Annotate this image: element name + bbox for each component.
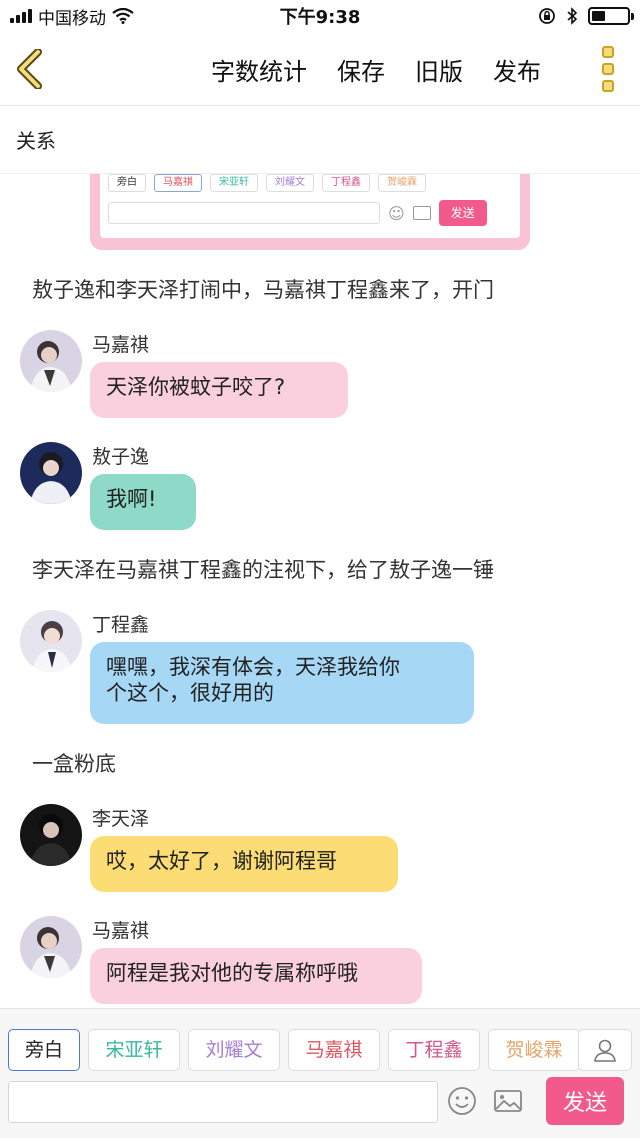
battery-icon (588, 7, 634, 25)
avatar[interactable] (20, 916, 82, 978)
rotation-lock-icon (539, 8, 555, 24)
chat-message: 马嘉祺 天泽你被蚊子咬了? (20, 330, 620, 420)
bottom-toolbar: 旁白 宋亚轩 刘耀文 马嘉祺 丁程鑫 贺峻霖 发送 (0, 1008, 640, 1138)
character-chip-ma-jiaqi[interactable]: 马嘉祺 (288, 1029, 380, 1071)
person-icon (594, 1039, 616, 1062)
status-bar: 中国移动 下午9:38 (0, 0, 640, 32)
message-bubble: 哎，太好了，谢谢阿程哥 (90, 836, 398, 892)
more-menu-button[interactable] (596, 46, 620, 92)
status-right (538, 7, 634, 25)
speaker-name: 马嘉祺 (92, 920, 150, 942)
wifi-icon (112, 8, 134, 24)
message-bubble: 天泽你被蚊子咬了? (90, 362, 348, 418)
emoji-icon (448, 1087, 476, 1115)
top-nav: 字数统计 保存 旧版 发布 (0, 32, 640, 106)
embed-input (108, 202, 380, 224)
message-input[interactable] (8, 1081, 438, 1123)
narration-text: 一盒粉底 (32, 752, 116, 776)
embed-send: 发送 (438, 200, 487, 226)
image-button[interactable] (492, 1085, 524, 1117)
chevron-left-icon (17, 49, 42, 89)
nav-actions: 字数统计 保存 旧版 发布 (196, 32, 556, 106)
speaker-name: 马嘉祺 (92, 334, 150, 356)
speaker-name: 丁程鑫 (92, 614, 150, 636)
chat-message: 马嘉祺 阿程是我对他的专属称呼哦 (20, 916, 620, 1006)
save-button[interactable]: 保存 (337, 52, 385, 87)
signal-icon (10, 9, 32, 23)
old-version-button[interactable]: 旧版 (415, 52, 463, 87)
character-chip-he-junlin[interactable]: 贺峻霖 (488, 1029, 580, 1071)
character-chip-narrator[interactable]: 旁白 (8, 1029, 80, 1071)
category-row[interactable]: 关系 (0, 106, 640, 174)
embed-chip: 旁白 (108, 174, 146, 192)
chat-message: 敖子逸 我啊! (20, 442, 620, 532)
character-chip-song-yaxuan[interactable]: 宋亚轩 (88, 1029, 180, 1071)
emoji-icon: ☺ (388, 203, 405, 223)
embed-chip: 贺峻霖 (378, 174, 426, 192)
story-content: 旁白 马嘉祺 宋亚轩 刘耀文 丁程鑫 贺峻霖 ☺ 发送 敖子逸和李天泽打闹中，马… (0, 174, 640, 1008)
carrier-label: 中国移动 (38, 8, 106, 29)
embedded-screenshot: 旁白 马嘉祺 宋亚轩 刘耀文 丁程鑫 贺峻霖 ☺ 发送 (90, 174, 530, 250)
narration-text: 李天泽在马嘉祺丁程鑫的注视下，给了敖子逸一锤 (32, 558, 494, 582)
chat-message: 李天泽 哎，太好了，谢谢阿程哥 (20, 804, 620, 894)
image-icon (494, 1090, 522, 1112)
bluetooth-icon (567, 7, 578, 25)
message-bubble: 阿程是我对他的专属称呼哦 (90, 948, 422, 1004)
emoji-button[interactable] (446, 1085, 478, 1117)
avatar[interactable] (20, 610, 82, 672)
character-chip-liu-yaowen[interactable]: 刘耀文 (188, 1029, 280, 1071)
category-label: 关系 (16, 129, 56, 153)
avatar[interactable] (20, 330, 82, 392)
image-icon (412, 206, 431, 220)
avatar[interactable] (20, 804, 82, 866)
narration-text: 敖子逸和李天泽打闹中，马嘉祺丁程鑫来了，开门 (32, 278, 494, 302)
speaker-name: 李天泽 (92, 808, 150, 830)
publish-button[interactable]: 发布 (493, 52, 541, 87)
send-button[interactable]: 发送 (546, 1077, 624, 1125)
embed-chip: 刘耀文 (266, 174, 314, 192)
message-line: 嘿嘿，我深有体会，天泽我给你 (106, 655, 400, 679)
word-count-button[interactable]: 字数统计 (211, 52, 307, 87)
status-left: 中国移动 (10, 4, 134, 29)
embed-chip: 丁程鑫 (322, 174, 370, 192)
add-character-button[interactable] (578, 1029, 632, 1071)
message-line: 个这个，很好用的 (106, 681, 274, 705)
avatar[interactable] (20, 442, 82, 504)
character-chip-ding-chengxin[interactable]: 丁程鑫 (388, 1029, 480, 1071)
speaker-name: 敖子逸 (92, 446, 150, 468)
chat-message: 丁程鑫 嘿嘿，我深有体会，天泽我给你 个这个，很好用的 (20, 610, 620, 726)
message-bubble: 嘿嘿，我深有体会，天泽我给你 个这个，很好用的 (90, 642, 474, 724)
embed-chip: 宋亚轩 (210, 174, 258, 192)
message-bubble: 我啊! (90, 474, 196, 530)
embed-chip: 马嘉祺 (154, 174, 202, 192)
character-selector: 旁白 宋亚轩 刘耀文 马嘉祺 丁程鑫 贺峻霖 (8, 1029, 580, 1071)
back-button[interactable] (10, 46, 50, 92)
input-row: 发送 (8, 1077, 632, 1125)
